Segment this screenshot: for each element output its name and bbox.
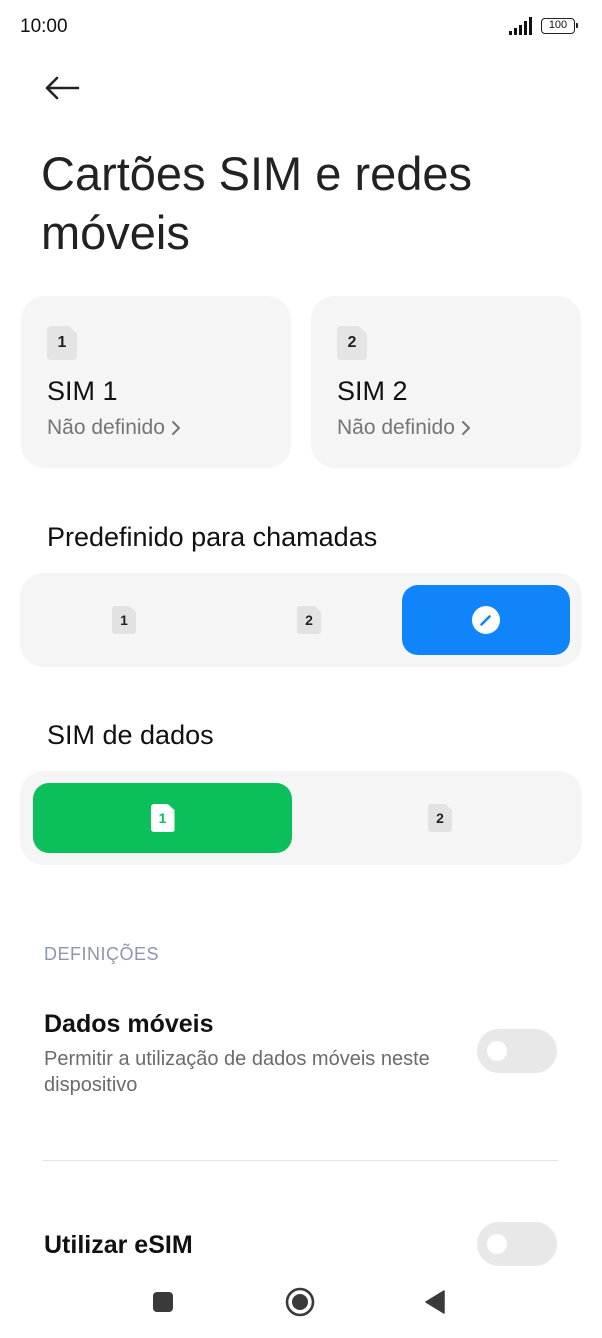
- sim-name: SIM 1: [47, 376, 118, 406]
- chevron-right-icon: [461, 421, 470, 435]
- chevron-right-icon: [171, 421, 180, 435]
- battery-icon: 100: [541, 18, 578, 34]
- sim-status-text: Não definido: [337, 416, 455, 439]
- data-sim-selector: 1 2: [20, 771, 582, 865]
- data-sim-heading: SIM de dados: [47, 720, 214, 750]
- settings-section-label: DEFINIÇÕES: [44, 944, 160, 964]
- sim-name: SIM 2: [337, 376, 408, 406]
- mobile-data-title: Dados móveis: [44, 1010, 214, 1038]
- sim-status-text: Não definido: [47, 416, 165, 439]
- sim-card-icon: 2: [337, 326, 367, 360]
- recents-button[interactable]: [143, 1282, 183, 1322]
- square-icon: [153, 1292, 173, 1312]
- sim1-card[interactable]: 1 SIM 1 Não definido: [21, 296, 291, 468]
- sim-slot-number: 2: [347, 334, 357, 351]
- calls-option-sim1[interactable]: 1: [32, 585, 216, 655]
- calls-option-sim2[interactable]: 2: [216, 585, 402, 655]
- page-title: Cartões SIM e redes móveis: [41, 147, 473, 259]
- sim-slot-number: 1: [158, 810, 167, 826]
- esim-title: Utilizar eSIM: [44, 1231, 193, 1259]
- esim-toggle[interactable]: [477, 1222, 557, 1266]
- status-bar: 10:00 100: [0, 0, 602, 56]
- sim2-card[interactable]: 2 SIM 2 Não definido: [311, 296, 581, 468]
- sim-slot-number: 1: [120, 612, 128, 628]
- home-button[interactable]: [280, 1282, 320, 1322]
- calls-heading: Predefinido para chamadas: [47, 522, 378, 552]
- sim-card-icon: 1: [47, 326, 77, 360]
- battery-level: 100: [548, 19, 568, 31]
- nav-back-button[interactable]: [415, 1282, 455, 1322]
- circle-home-icon: [285, 1287, 315, 1317]
- sim-card-icon: 1: [112, 606, 136, 634]
- sim-status: Não definido: [47, 416, 181, 440]
- toggle-knob: [487, 1041, 507, 1061]
- triangle-back-icon: [425, 1290, 445, 1314]
- mobile-data-toggle[interactable]: [477, 1029, 557, 1073]
- sim-card-icon: 1: [150, 804, 175, 832]
- data-option-sim1[interactable]: 1: [33, 783, 292, 853]
- edit-icon: [472, 606, 500, 634]
- toggle-knob: [487, 1234, 507, 1254]
- sim-card-icon: 2: [428, 804, 452, 832]
- mobile-data-description: Permitir a utilização de dados móveis ne…: [44, 1048, 430, 1096]
- signal-icon: [509, 17, 532, 35]
- arrow-left-icon: [45, 76, 80, 100]
- status-time: 10:00: [20, 16, 68, 37]
- back-button[interactable]: [36, 66, 88, 110]
- divider: [43, 1160, 558, 1161]
- data-option-sim2[interactable]: 2: [310, 783, 570, 853]
- calls-option-ask[interactable]: [402, 585, 570, 655]
- calls-sim-selector: 1 2: [20, 573, 582, 667]
- sim-slot-number: 1: [57, 334, 67, 351]
- sim-slot-number: 2: [305, 612, 313, 628]
- sim-card-icon: 2: [297, 606, 321, 634]
- sim-status: Não definido: [337, 416, 471, 440]
- sim-slot-number: 2: [436, 810, 444, 826]
